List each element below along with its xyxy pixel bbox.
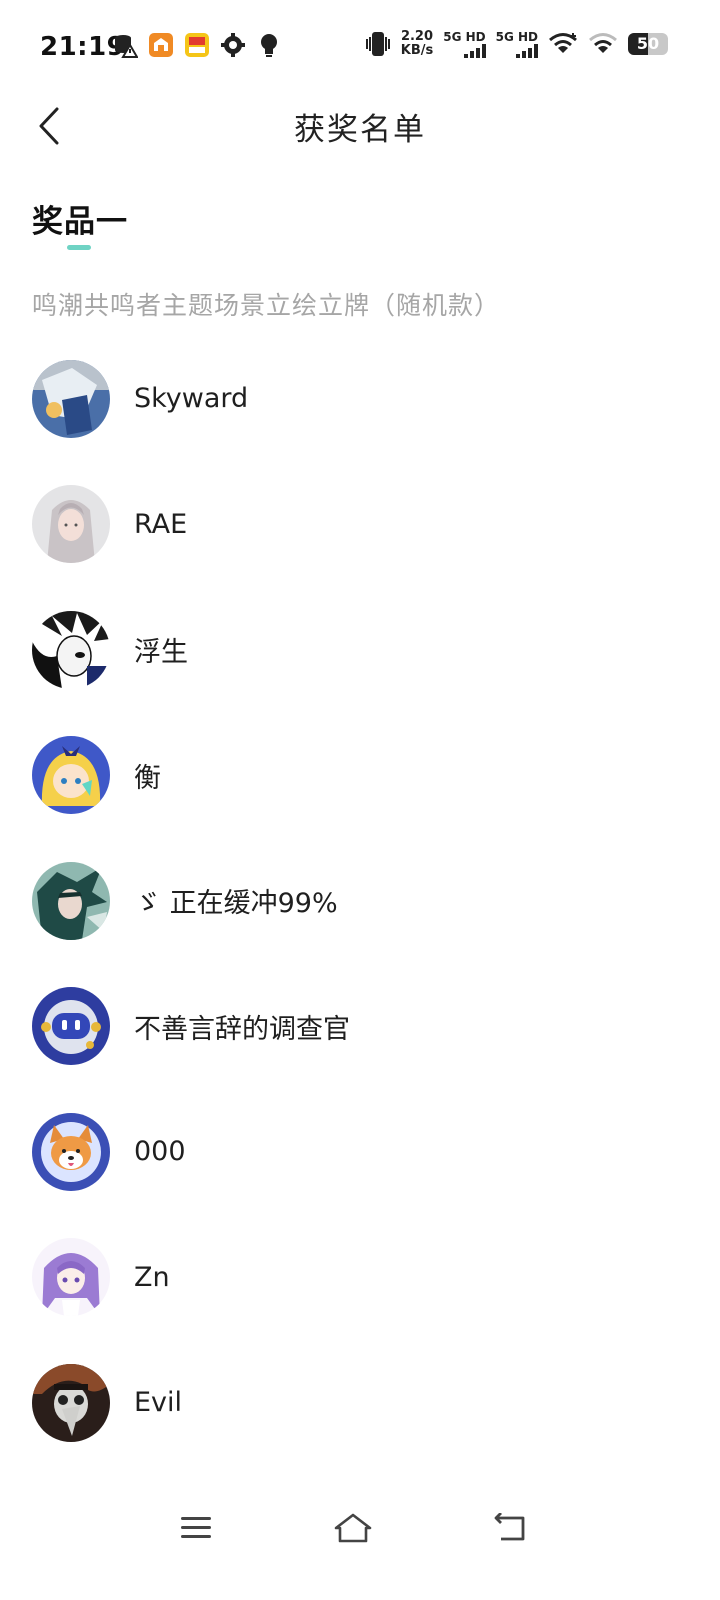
lightbulb-icon [261,34,277,57]
home-icon [334,1513,372,1543]
network-speed-value: 2.20 [400,29,434,44]
winner-list-item[interactable]: 000 [0,1089,720,1215]
settings-gear-icon [221,33,245,57]
avatar-green-hair-character-icon [32,861,110,940]
network-speed: 2.20 KB/s [401,30,433,58]
winner-name: Skyward [134,383,249,415]
winner-name: 衡 [134,762,161,794]
menu-icon [181,1517,211,1538]
tab-active-indicator [67,245,91,250]
battery-icon: 50 [628,33,668,55]
page-title: 获奖名单 [294,112,426,148]
back-nav-button[interactable] [482,1506,538,1550]
sim1-signal: 5G HD [443,30,486,58]
tab-prize-one[interactable]: 奖品一 [32,196,128,241]
sim1-signal-bars-icon [463,44,486,58]
vibrate-icon [365,32,390,56]
winner-list-item[interactable]: ゞ 正在缓冲99% [0,838,720,964]
winner-list-item[interactable]: 不善言辞的调查官 [0,964,720,1090]
avatar[interactable] [32,1363,110,1442]
avatar[interactable] [32,861,110,940]
network-speed-unit: KB/s [400,43,434,58]
battery-indicator: 50 [628,33,668,55]
avatar-blue-white-art-icon [32,359,110,438]
avatar-purple-hair-anime-icon [32,1238,110,1317]
winner-list-item[interactable]: Skyward [0,336,720,462]
notification-icons [112,32,282,58]
avatar[interactable] [32,736,110,815]
sim2-label: 5G HD [495,30,538,44]
recent-apps-button[interactable] [168,1506,224,1550]
avatar-robot-mascot-icon [32,987,110,1066]
prize-description: 鸣潮共鸣者主题场景立绘立牌（随机款） [32,291,501,320]
avatar[interactable] [32,987,110,1066]
winner-list: Skyward RAE 浮生 衡 ゞ 正在缓冲99% 不善言辞的调查官 000 … [0,336,720,1466]
avatar-silver-hair-girl-icon [32,485,110,564]
winner-list-item[interactable]: RAE [0,462,720,588]
winner-name: 000 [134,1136,186,1168]
wifi-secondary-icon [589,33,617,53]
avatar[interactable] [32,1112,110,1191]
avatar-monochrome-manga-icon [32,610,110,689]
winner-name: Zn [134,1261,170,1293]
avatar[interactable] [32,485,110,564]
winner-name: 不善言辞的调查官 [134,1013,350,1045]
winner-list-item[interactable]: 浮生 [0,587,720,713]
winner-name: ゞ 正在缓冲99% [134,888,338,920]
home-button[interactable] [325,1506,381,1550]
app-header: 获奖名单 [0,96,720,156]
sim2-signal: 5G HD [496,30,538,58]
avatar-blonde-chibi-icon [32,736,110,815]
battery-level: 50 [636,34,660,53]
sim2-signal-bars-icon [516,44,538,58]
avatar[interactable] [32,610,110,689]
avatar[interactable] [32,1238,110,1317]
winner-name: RAE [134,508,188,540]
database-warning-icon [115,35,138,58]
avatar-shiba-astronaut-icon [32,1112,110,1191]
winner-name: Evil [134,1387,183,1419]
winner-name: 浮生 [134,637,188,669]
winner-list-item[interactable]: Zn [0,1215,720,1341]
sim1-label: 5G HD [443,30,486,44]
winner-list-item[interactable]: Evil [0,1340,720,1466]
system-navigation-bar [0,1488,720,1568]
winner-list-item[interactable]: 衡 [0,713,720,839]
avatar-plague-doctor-icon [32,1363,110,1442]
return-icon [494,1513,525,1541]
avatar[interactable] [32,359,110,438]
status-bar: 21:19 2.20 KB/s 5G HD 5G HD 50 [0,0,720,96]
wifi-icon [549,33,577,53]
orange-app-icon [149,33,173,57]
yellow-app-icon [185,33,209,57]
status-right: 2.20 KB/s 5G HD 5G HD 50 [365,30,668,58]
